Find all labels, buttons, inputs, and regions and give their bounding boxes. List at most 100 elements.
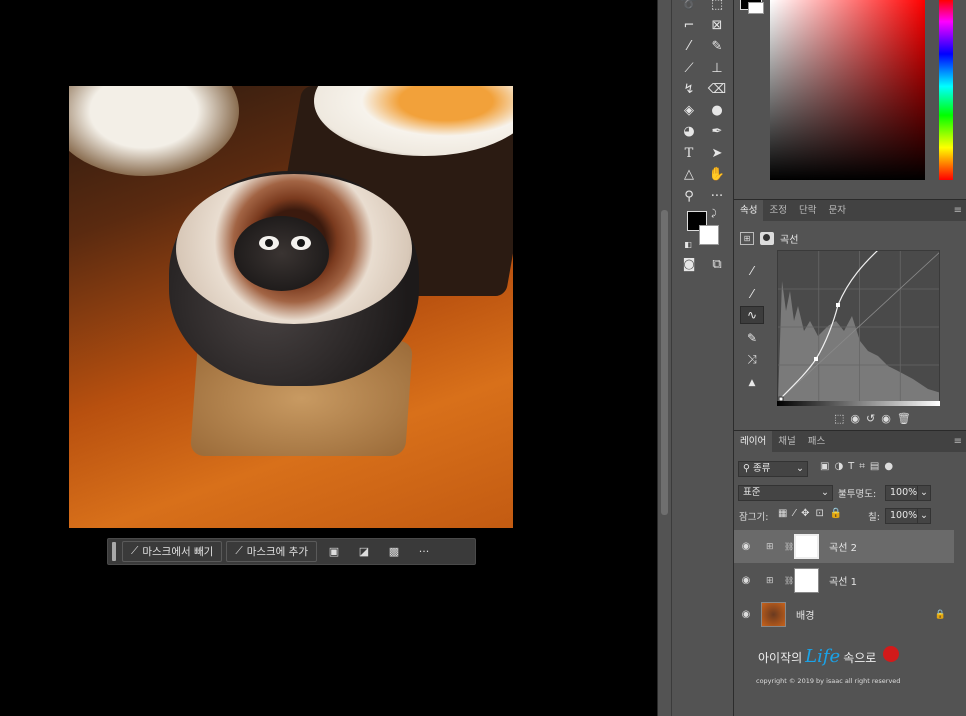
hand-icon[interactable]: ✋: [704, 164, 730, 184]
curve-point-2[interactable]: [836, 303, 840, 307]
panel-menu-icon[interactable]: ≡: [954, 205, 962, 216]
shape-icon[interactable]: △: [676, 164, 702, 184]
link-icon[interactable]: ⛓: [784, 542, 794, 551]
layer-row-curves-2[interactable]: ◉ ⊞ ⛓ 곡선 2: [734, 530, 954, 563]
curves-graph[interactable]: [777, 250, 940, 402]
watermark-life: Life: [805, 646, 841, 667]
blur-icon[interactable]: ●: [704, 100, 730, 120]
layer-name: 곡선 1: [829, 577, 857, 588]
opacity-dropdown-icon[interactable]: ⌄: [917, 485, 931, 501]
screen-mode-icon[interactable]: ⧉: [704, 254, 730, 274]
default-colors-icon[interactable]: ◧: [682, 234, 694, 254]
frame-icon[interactable]: ⊠: [704, 15, 730, 35]
document-canvas[interactable]: ⟋ 마스크에서 빼기 ⟋ 마스크에 추가 ▣ ◪ ▩ ···: [0, 0, 657, 716]
visibility-icon[interactable]: ◉: [881, 412, 891, 425]
dodge-icon[interactable]: ◕: [676, 121, 702, 141]
histogram: [778, 281, 939, 401]
pencil-draw-icon[interactable]: ✎: [740, 329, 764, 347]
eraser-icon[interactable]: ⌫: [704, 79, 730, 99]
link-icon[interactable]: ⛓: [784, 576, 794, 585]
eye-icon[interactable]: ◉: [734, 541, 758, 552]
invert-mask-icon[interactable]: ◪: [351, 541, 377, 562]
zoom-icon[interactable]: ⚲: [676, 186, 702, 206]
chevron-down-icon: ⌄: [821, 487, 829, 498]
curves-layer-icon: ⊞: [766, 575, 774, 586]
layer-mask-thumbnail[interactable]: [794, 534, 819, 559]
tab-paragraph[interactable]: 단락: [793, 200, 822, 222]
view-previous-icon[interactable]: ◉: [850, 412, 860, 425]
fill-dropdown-icon[interactable]: ⌄: [917, 508, 931, 524]
lasso-icon[interactable]: ➰: [676, 0, 702, 14]
curves-svg: [778, 251, 939, 401]
opacity-label: 불투명도:: [838, 489, 877, 500]
watermark-prefix: 아이작의: [758, 651, 803, 665]
history-brush-icon[interactable]: ↯: [676, 79, 702, 99]
smooth-curve-icon[interactable]: ⤨: [740, 350, 764, 368]
layers-menu-icon[interactable]: ≡: [954, 436, 962, 447]
type-icon[interactable]: T: [676, 143, 702, 163]
layer-filter-icons[interactable]: ▣◑T⌗▤●: [820, 461, 898, 472]
quick-mask-icon[interactable]: ◙: [676, 254, 702, 274]
color-saturation-field[interactable]: [770, 0, 925, 180]
mask-icon[interactable]: [760, 231, 774, 245]
curves-layer-icon: ⊞: [766, 541, 774, 552]
color-panel-bg-swatch[interactable]: [748, 2, 764, 14]
tab-properties[interactable]: 속성: [734, 199, 764, 222]
more-options-icon[interactable]: ···: [411, 541, 437, 562]
photo-eye-left: [259, 236, 279, 250]
mask-options-icon[interactable]: ▣: [321, 541, 347, 562]
eye-icon[interactable]: ◉: [734, 609, 758, 620]
properties-footer: ⬚ ◉ ↺ ◉ 🗑: [834, 409, 964, 427]
taskbar-grip[interactable]: [112, 542, 116, 561]
background-color-swatch[interactable]: [699, 225, 719, 245]
path-select-icon[interactable]: ➤: [704, 143, 730, 163]
eye-icon[interactable]: ◉: [734, 575, 758, 586]
chevron-down-icon: ⌄: [796, 463, 804, 474]
tab-character[interactable]: 문자: [822, 200, 851, 222]
add-to-mask-button[interactable]: ⟋ 마스크에 추가: [226, 541, 317, 562]
subtract-from-mask-button[interactable]: ⟋ 마스크에서 빼기: [122, 541, 223, 562]
blend-mode-select[interactable]: 표준 ⌄: [738, 485, 833, 501]
canvas-scrollbar[interactable]: [657, 0, 671, 716]
stamp-icon[interactable]: ⊥: [704, 58, 730, 78]
curves-adjustment-icon[interactable]: ⊞: [740, 231, 754, 245]
target-adjust-icon[interactable]: ⁄: [740, 262, 764, 280]
hue-slider[interactable]: [939, 0, 953, 180]
reset-icon[interactable]: ↺: [866, 412, 875, 425]
tab-layers[interactable]: 레이어: [734, 430, 773, 453]
curve-edit-points-icon[interactable]: ∿: [740, 306, 764, 324]
delete-icon[interactable]: 🗑: [897, 412, 911, 425]
layer-row-background[interactable]: ◉ 배경 🔒: [734, 598, 954, 631]
object-select-icon[interactable]: ⬚: [704, 0, 730, 14]
lock-icon: 🔒: [934, 609, 946, 620]
layer-name: 배경: [796, 611, 815, 622]
layer-name: 곡선 2: [829, 543, 857, 554]
fill-label: 칠:: [868, 512, 880, 523]
clipping-warning-icon[interactable]: ▲: [740, 374, 764, 392]
swap-colors-icon[interactable]: ⤸: [707, 204, 721, 224]
brush-icon[interactable]: ⟋: [676, 58, 702, 78]
watermark-seal: [883, 646, 900, 662]
edit-toolbar-icon[interactable]: ···: [704, 186, 730, 206]
scrollbar-thumb[interactable]: [661, 210, 668, 515]
tab-channels[interactable]: 채널: [772, 431, 801, 453]
spot-healing-icon[interactable]: ✎: [704, 36, 730, 56]
eyedropper-icon[interactable]: ⁄: [676, 36, 702, 56]
filter-kind-select[interactable]: ⚲ 종류 ⌄: [738, 461, 808, 477]
tab-paths[interactable]: 패스: [802, 431, 831, 453]
tools-panel: ➰ ⬚ ⌐ ⊠ ⁄ ✎ ⟋ ⊥ ↯ ⌫ ◈ ● ◕ ✒ T ➤ △ ✋ ⚲ ··…: [671, 0, 734, 716]
search-icon: ⚲: [743, 463, 753, 474]
mask-settings-icon[interactable]: ▩: [381, 541, 407, 562]
photo-cookie: [234, 216, 329, 291]
paint-bucket-icon[interactable]: ◈: [676, 100, 702, 120]
layer-row-curves-1[interactable]: ◉ ⊞ ⛓ 곡선 1: [734, 564, 954, 597]
tab-adjustments[interactable]: 조정: [763, 200, 792, 222]
clip-to-layer-icon[interactable]: ⬚: [834, 412, 844, 425]
sample-white-icon[interactable]: ⁄: [740, 285, 764, 303]
properties-header: ⊞ 곡선: [740, 228, 960, 248]
curve-point-1[interactable]: [814, 357, 818, 361]
pen-icon[interactable]: ✒: [704, 121, 730, 141]
crop-icon[interactable]: ⌐: [676, 15, 702, 35]
layer-mask-thumbnail[interactable]: [794, 568, 819, 593]
lock-icons[interactable]: ▦⁄✥⊡🔒: [778, 508, 848, 519]
